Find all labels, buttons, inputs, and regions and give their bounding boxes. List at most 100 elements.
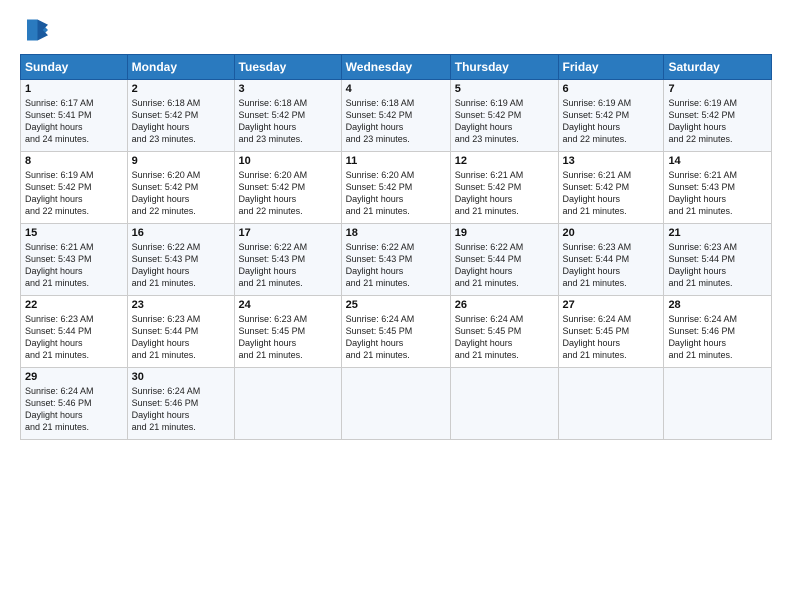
calendar-week-row: 22 Sunrise: 6:23 AMSunset: 5:44 PMDaylig… (21, 296, 772, 368)
calendar-cell: 9 Sunrise: 6:20 AMSunset: 5:42 PMDayligh… (127, 152, 234, 224)
calendar-cell: 3 Sunrise: 6:18 AMSunset: 5:42 PMDayligh… (234, 80, 341, 152)
day-info: Sunrise: 6:22 AMSunset: 5:43 PMDaylight … (132, 242, 201, 288)
calendar-cell: 15 Sunrise: 6:21 AMSunset: 5:43 PMDaylig… (21, 224, 128, 296)
day-number: 5 (455, 83, 554, 95)
calendar-cell: 20 Sunrise: 6:23 AMSunset: 5:44 PMDaylig… (558, 224, 664, 296)
calendar-week-row: 8 Sunrise: 6:19 AMSunset: 5:42 PMDayligh… (21, 152, 772, 224)
day-number: 27 (563, 299, 660, 311)
day-number: 25 (346, 299, 446, 311)
day-number: 15 (25, 227, 123, 239)
day-info: Sunrise: 6:24 AMSunset: 5:45 PMDaylight … (563, 314, 632, 360)
calendar-cell: 16 Sunrise: 6:22 AMSunset: 5:43 PMDaylig… (127, 224, 234, 296)
weekday-header-monday: Monday (127, 55, 234, 80)
day-info: Sunrise: 6:17 AMSunset: 5:41 PMDaylight … (25, 98, 94, 144)
day-number: 3 (239, 83, 337, 95)
day-number: 21 (668, 227, 767, 239)
calendar-cell: 19 Sunrise: 6:22 AMSunset: 5:44 PMDaylig… (450, 224, 558, 296)
calendar-week-row: 1 Sunrise: 6:17 AMSunset: 5:41 PMDayligh… (21, 80, 772, 152)
day-info: Sunrise: 6:23 AMSunset: 5:44 PMDaylight … (563, 242, 632, 288)
day-number: 7 (668, 83, 767, 95)
day-info: Sunrise: 6:23 AMSunset: 5:44 PMDaylight … (132, 314, 201, 360)
calendar-cell (450, 368, 558, 440)
calendar-cell (558, 368, 664, 440)
weekday-header-row: SundayMondayTuesdayWednesdayThursdayFrid… (21, 55, 772, 80)
day-number: 6 (563, 83, 660, 95)
day-info: Sunrise: 6:23 AMSunset: 5:44 PMDaylight … (25, 314, 94, 360)
day-info: Sunrise: 6:24 AMSunset: 5:46 PMDaylight … (668, 314, 737, 360)
day-info: Sunrise: 6:18 AMSunset: 5:42 PMDaylight … (132, 98, 201, 144)
day-number: 10 (239, 155, 337, 167)
day-number: 29 (25, 371, 123, 383)
calendar-cell: 18 Sunrise: 6:22 AMSunset: 5:43 PMDaylig… (341, 224, 450, 296)
day-number: 4 (346, 83, 446, 95)
calendar-cell (234, 368, 341, 440)
calendar-cell: 28 Sunrise: 6:24 AMSunset: 5:46 PMDaylig… (664, 296, 772, 368)
day-number: 19 (455, 227, 554, 239)
weekday-header-friday: Friday (558, 55, 664, 80)
day-info: Sunrise: 6:21 AMSunset: 5:42 PMDaylight … (563, 170, 632, 216)
day-number: 12 (455, 155, 554, 167)
weekday-header-saturday: Saturday (664, 55, 772, 80)
calendar-cell: 13 Sunrise: 6:21 AMSunset: 5:42 PMDaylig… (558, 152, 664, 224)
calendar-cell: 14 Sunrise: 6:21 AMSunset: 5:43 PMDaylig… (664, 152, 772, 224)
calendar-cell: 27 Sunrise: 6:24 AMSunset: 5:45 PMDaylig… (558, 296, 664, 368)
day-number: 30 (132, 371, 230, 383)
calendar-week-row: 15 Sunrise: 6:21 AMSunset: 5:43 PMDaylig… (21, 224, 772, 296)
day-number: 8 (25, 155, 123, 167)
calendar-cell: 21 Sunrise: 6:23 AMSunset: 5:44 PMDaylig… (664, 224, 772, 296)
logo-icon (20, 16, 48, 44)
day-number: 11 (346, 155, 446, 167)
logo (20, 16, 52, 44)
day-info: Sunrise: 6:18 AMSunset: 5:42 PMDaylight … (239, 98, 308, 144)
day-number: 23 (132, 299, 230, 311)
calendar-cell: 24 Sunrise: 6:23 AMSunset: 5:45 PMDaylig… (234, 296, 341, 368)
calendar-cell: 8 Sunrise: 6:19 AMSunset: 5:42 PMDayligh… (21, 152, 128, 224)
day-info: Sunrise: 6:19 AMSunset: 5:42 PMDaylight … (455, 98, 524, 144)
day-number: 17 (239, 227, 337, 239)
day-number: 1 (25, 83, 123, 95)
day-info: Sunrise: 6:22 AMSunset: 5:43 PMDaylight … (239, 242, 308, 288)
day-info: Sunrise: 6:18 AMSunset: 5:42 PMDaylight … (346, 98, 415, 144)
day-number: 28 (668, 299, 767, 311)
day-info: Sunrise: 6:24 AMSunset: 5:46 PMDaylight … (132, 386, 201, 432)
calendar-cell: 6 Sunrise: 6:19 AMSunset: 5:42 PMDayligh… (558, 80, 664, 152)
calendar-cell: 10 Sunrise: 6:20 AMSunset: 5:42 PMDaylig… (234, 152, 341, 224)
day-info: Sunrise: 6:21 AMSunset: 5:43 PMDaylight … (668, 170, 737, 216)
calendar-cell: 17 Sunrise: 6:22 AMSunset: 5:43 PMDaylig… (234, 224, 341, 296)
day-info: Sunrise: 6:22 AMSunset: 5:43 PMDaylight … (346, 242, 415, 288)
weekday-header-tuesday: Tuesday (234, 55, 341, 80)
day-info: Sunrise: 6:24 AMSunset: 5:45 PMDaylight … (455, 314, 524, 360)
day-info: Sunrise: 6:19 AMSunset: 5:42 PMDaylight … (25, 170, 94, 216)
day-info: Sunrise: 6:24 AMSunset: 5:46 PMDaylight … (25, 386, 94, 432)
calendar-cell: 2 Sunrise: 6:18 AMSunset: 5:42 PMDayligh… (127, 80, 234, 152)
day-number: 18 (346, 227, 446, 239)
calendar-cell: 12 Sunrise: 6:21 AMSunset: 5:42 PMDaylig… (450, 152, 558, 224)
day-info: Sunrise: 6:21 AMSunset: 5:43 PMDaylight … (25, 242, 94, 288)
calendar-cell: 5 Sunrise: 6:19 AMSunset: 5:42 PMDayligh… (450, 80, 558, 152)
day-number: 13 (563, 155, 660, 167)
calendar-cell: 1 Sunrise: 6:17 AMSunset: 5:41 PMDayligh… (21, 80, 128, 152)
calendar-cell (341, 368, 450, 440)
weekday-header-thursday: Thursday (450, 55, 558, 80)
weekday-header-wednesday: Wednesday (341, 55, 450, 80)
day-number: 24 (239, 299, 337, 311)
calendar-cell (664, 368, 772, 440)
calendar-cell: 25 Sunrise: 6:24 AMSunset: 5:45 PMDaylig… (341, 296, 450, 368)
day-number: 14 (668, 155, 767, 167)
day-number: 26 (455, 299, 554, 311)
day-info: Sunrise: 6:19 AMSunset: 5:42 PMDaylight … (563, 98, 632, 144)
calendar-cell: 29 Sunrise: 6:24 AMSunset: 5:46 PMDaylig… (21, 368, 128, 440)
page: SundayMondayTuesdayWednesdayThursdayFrid… (0, 0, 792, 612)
day-number: 2 (132, 83, 230, 95)
day-info: Sunrise: 6:20 AMSunset: 5:42 PMDaylight … (346, 170, 415, 216)
day-info: Sunrise: 6:23 AMSunset: 5:45 PMDaylight … (239, 314, 308, 360)
day-number: 20 (563, 227, 660, 239)
day-info: Sunrise: 6:23 AMSunset: 5:44 PMDaylight … (668, 242, 737, 288)
day-info: Sunrise: 6:21 AMSunset: 5:42 PMDaylight … (455, 170, 524, 216)
calendar-cell: 22 Sunrise: 6:23 AMSunset: 5:44 PMDaylig… (21, 296, 128, 368)
calendar-cell: 7 Sunrise: 6:19 AMSunset: 5:42 PMDayligh… (664, 80, 772, 152)
calendar-table: SundayMondayTuesdayWednesdayThursdayFrid… (20, 54, 772, 440)
day-info: Sunrise: 6:20 AMSunset: 5:42 PMDaylight … (132, 170, 201, 216)
day-number: 16 (132, 227, 230, 239)
calendar-cell: 30 Sunrise: 6:24 AMSunset: 5:46 PMDaylig… (127, 368, 234, 440)
